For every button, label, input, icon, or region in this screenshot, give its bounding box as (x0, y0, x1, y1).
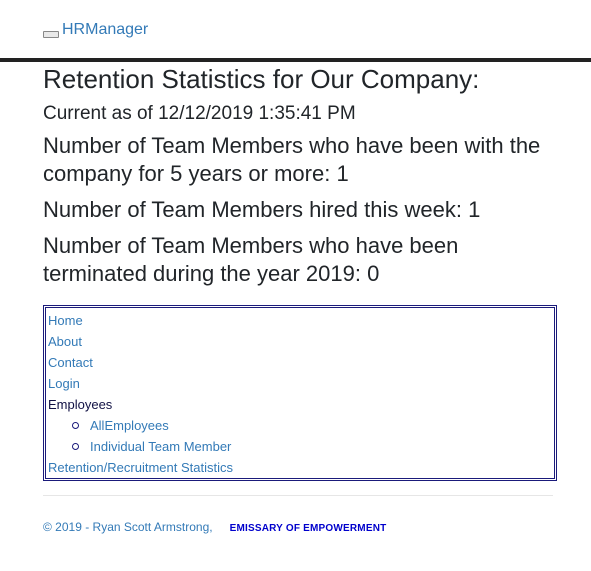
stat-hired-week: Number of Team Members hired this week: … (43, 197, 481, 222)
nav-item-about: About (48, 331, 554, 352)
page-title: Retention Statistics for Our Company: (43, 64, 480, 94)
nav-item-retention: Retention/Recruitment Statistics (48, 457, 554, 478)
footer-tagline: EMISSARY OF EMPOWERMENT (229, 523, 387, 534)
brand-label: HRManager (62, 21, 149, 38)
current-timestamp: Current as of 12/12/2019 1:35:41 PM (43, 103, 356, 124)
broken-image-icon (43, 31, 59, 38)
nav-item-individual: Individual Team Member (72, 436, 554, 457)
nav-link-login[interactable]: Login (48, 376, 80, 391)
nav-list: Home About Contact Login Employees AllEm… (48, 310, 554, 478)
nav-link-contact[interactable]: Contact (48, 355, 93, 370)
nav-link-retention[interactable]: Retention/Recruitment Statistics (48, 460, 233, 475)
nav-item-login: Login (48, 373, 554, 394)
footer-divider (43, 495, 553, 496)
nav-item-contact: Contact (48, 352, 554, 373)
nav-link-home[interactable]: Home (48, 313, 83, 328)
nav-item-all-employees: AllEmployees (72, 415, 554, 436)
nav-link-individual[interactable]: Individual Team Member (90, 436, 231, 457)
nav-link-about[interactable]: About (48, 334, 82, 349)
nav-item-employees: Employees AllEmployees Individual Team M… (48, 394, 554, 457)
top-navbar: HRManager (0, 0, 591, 62)
stat-terminated: Number of Team Members who have been ter… (43, 233, 459, 286)
main-content: Retention Statistics for Our Company: Cu… (43, 62, 553, 288)
employees-submenu: AllEmployees Individual Team Member (48, 415, 554, 457)
circle-bullet-icon (72, 443, 79, 450)
nav-item-home: Home (48, 310, 554, 331)
circle-bullet-icon (72, 422, 79, 429)
nav-label-employees: Employees (48, 397, 113, 412)
footer-copyright: © 2019 - Ryan Scott Armstrong, (43, 520, 213, 534)
footer: © 2019 - Ryan Scott Armstrong, EMISSARY … (43, 520, 386, 534)
stat-five-years: Number of Team Members who have been wit… (43, 133, 541, 186)
brand-link[interactable]: HRManager (43, 20, 148, 40)
nav-link-all-employees[interactable]: AllEmployees (90, 415, 169, 436)
site-nav: Home About Contact Login Employees AllEm… (43, 305, 557, 481)
